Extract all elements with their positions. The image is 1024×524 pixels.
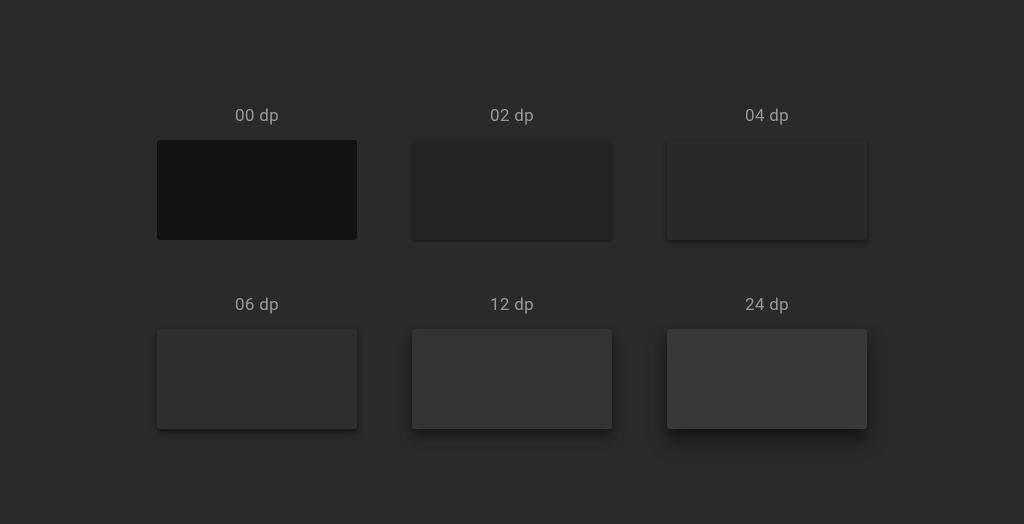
swatch-06dp: 06 dp	[157, 295, 357, 429]
swatch-04dp: 04 dp	[667, 106, 867, 240]
swatch-label: 04 dp	[745, 106, 789, 126]
swatch-card	[157, 329, 357, 429]
swatch-label: 12 dp	[490, 295, 534, 315]
swatch-label: 00 dp	[235, 106, 279, 126]
swatch-12dp: 12 dp	[412, 295, 612, 429]
swatch-card	[667, 140, 867, 240]
swatch-label: 02 dp	[490, 106, 534, 126]
swatch-label: 24 dp	[745, 295, 789, 315]
swatch-card	[667, 329, 867, 429]
swatch-24dp: 24 dp	[667, 295, 867, 429]
swatch-card	[412, 329, 612, 429]
swatch-label: 06 dp	[235, 295, 279, 315]
elevation-grid: 00 dp 02 dp 04 dp 06 dp 12 dp 24 dp	[157, 96, 867, 429]
swatch-00dp: 00 dp	[157, 106, 357, 240]
swatch-card	[412, 140, 612, 240]
swatch-card	[157, 140, 357, 240]
swatch-02dp: 02 dp	[412, 106, 612, 240]
